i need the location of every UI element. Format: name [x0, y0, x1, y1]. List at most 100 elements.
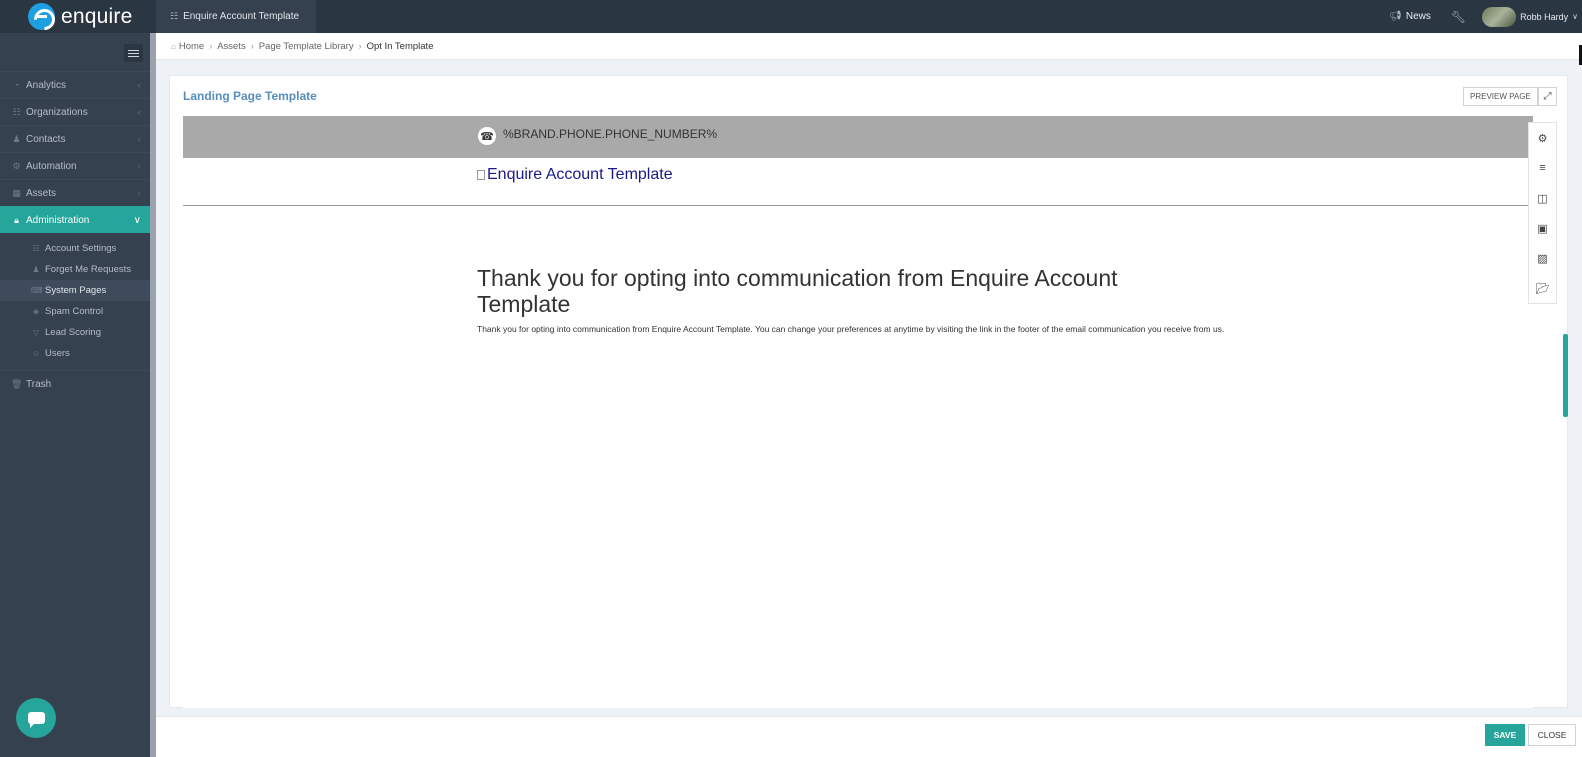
chevron-down-icon: ∨ — [133, 214, 141, 226]
footer-actions: SAVE CLOSE — [156, 716, 1582, 757]
keyboard-icon: ⌨ — [31, 286, 43, 295]
enquire-logo-icon — [28, 3, 55, 30]
avatar — [1482, 6, 1517, 27]
user-icon: ☺ — [31, 349, 41, 358]
sidebar-item-label: Assets — [26, 187, 57, 199]
sidebar-item-label: Organizations — [26, 106, 88, 118]
sidebar-item-analytics[interactable]: ◔ Analytics ‹ — [0, 71, 150, 98]
top-navbar: enquire ☷ Enquire Account Template 📢︎ Ne… — [0, 0, 1582, 33]
home-icon: ⌂ — [171, 41, 176, 51]
breadcrumb-link-page-template-library[interactable]: Page Template Library — [259, 41, 354, 52]
breadcrumb-separator-icon: › — [358, 41, 362, 51]
breadcrumb-current: Opt In Template — [366, 40, 434, 52]
phone-header-band — [183, 116, 1533, 158]
sidebar: ◔ Analytics ‹ ☷ Organizations ‹ ♟ Contac… — [0, 33, 156, 757]
users-icon: ♟ — [12, 133, 21, 144]
chevron-down-icon: ∨ — [1572, 12, 1578, 21]
news-label: News — [1405, 11, 1431, 22]
sidebar-nav: ◔ Analytics ‹ ☷ Organizations ‹ ♟ Contac… — [0, 71, 150, 397]
landing-page-editor: Landing Page Template PREVIEW PAGE ⤢ ☎ %… — [169, 75, 1568, 708]
enquire-logo[interactable]: enquire — [0, 0, 156, 33]
shield-icon: ◈ — [32, 307, 40, 316]
editor-toolstrip: ⚙ ≡ ◫ ▣ ▨ 📂︎ — [1528, 122, 1557, 304]
submenu-item-label: System Pages — [45, 285, 107, 296]
sidebar-item-administration[interactable]: 🔒︎ Administration ∨ — [0, 206, 150, 233]
sidebar-item-label: Analytics — [26, 79, 67, 91]
columns-icon[interactable]: ◫ — [1529, 183, 1556, 213]
thank-you-body: Thank you for opting into communication … — [477, 324, 1225, 334]
breadcrumb-separator-icon: › — [250, 41, 254, 51]
submenu-item-label: Spam Control — [45, 306, 104, 317]
submenu-item-label: Forget Me Requests — [45, 264, 132, 275]
expand-icon[interactable]: ⤢ — [1538, 87, 1557, 106]
top-right-menu: 📢︎ News 🔧︎ Robb Hardy ∨ — [1389, 0, 1582, 33]
phone-icon: ☎ — [478, 127, 496, 145]
submenu-item-users[interactable]: ☺ Users — [0, 343, 150, 364]
sitemap-icon: ☷ — [170, 11, 179, 21]
sidebar-item-label: Trash — [26, 378, 52, 390]
gear-icon[interactable]: ⚙ — [1529, 123, 1556, 153]
submenu-item-label: Account Settings — [45, 243, 117, 254]
chevron-left-icon: ‹ — [137, 133, 141, 145]
sliders-icon[interactable]: ≡ — [1529, 153, 1556, 183]
wrench-icon[interactable]: 🔧︎ — [1451, 10, 1466, 24]
user-menu[interactable]: Robb Hardy ∨ — [1482, 6, 1578, 27]
folder-open-icon[interactable]: 📂︎ — [1529, 273, 1556, 303]
logo-alt-text: Enquire Account Template — [487, 166, 673, 183]
brand-logo-image[interactable]: Enquire Account Template — [477, 166, 673, 184]
sidebar-item-automation[interactable]: ⚙ Automation ‹ — [0, 152, 150, 179]
thank-you-heading: Thank you for opting into communication … — [477, 265, 1118, 317]
chevron-left-icon: ‹ — [137, 160, 141, 172]
breadcrumb-link-assets[interactable]: Assets — [217, 41, 246, 52]
sidebar-item-contacts[interactable]: ♟ Contacts ‹ — [0, 125, 150, 152]
account-name: Enquire Account Template — [183, 11, 300, 22]
cogs-icon: ⚙ — [12, 160, 21, 171]
lock-icon: 🔒︎ — [14, 214, 19, 225]
breadcrumb-link-home[interactable]: Home — [179, 41, 204, 52]
save-button[interactable]: SAVE — [1485, 724, 1525, 746]
breadcrumb-separator-icon: › — [209, 41, 213, 51]
chevron-left-icon: ‹ — [137, 79, 141, 91]
user-name: Robb Hardy — [1520, 11, 1569, 22]
close-button[interactable]: CLOSE — [1528, 724, 1576, 746]
submenu-item-system-pages[interactable]: ⌨ System Pages — [0, 280, 150, 301]
chevron-left-icon: ‹ — [137, 106, 141, 118]
sidebar-item-label: Administration — [26, 214, 90, 226]
sidebar-item-label: Contacts — [26, 133, 66, 145]
account-switcher-tab[interactable]: ☷ Enquire Account Template — [156, 0, 316, 33]
administration-submenu: ☷ Account Settings ♟ Forget Me Requests … — [0, 233, 150, 370]
logo-text: enquire — [61, 4, 133, 28]
submenu-item-account-settings[interactable]: ☷ Account Settings — [0, 238, 150, 259]
scrollbar-thumb[interactable] — [1563, 334, 1568, 417]
header-divider — [183, 205, 1533, 206]
sidebar-item-organizations[interactable]: ☷ Organizations ‹ — [0, 98, 150, 125]
image-icon[interactable]: ▨ — [1529, 243, 1556, 273]
preview-page-button[interactable]: PREVIEW PAGE — [1463, 87, 1538, 106]
sitemap-icon: ☷ — [32, 244, 40, 253]
grid-icon: ▦ — [12, 187, 21, 198]
image-frame-icon[interactable]: ▣ — [1529, 213, 1556, 243]
trash-icon: 🗑︎ — [11, 378, 23, 389]
sidebar-item-label: Automation — [26, 160, 77, 172]
page-preview-canvas[interactable]: ☎ %BRAND.PHONE.PHONE_NUMBER% Enquire Acc… — [183, 116, 1533, 708]
dashboard-icon: ◔ — [13, 80, 20, 90]
news-link[interactable]: 📢︎ News — [1389, 11, 1431, 22]
chat-icon — [27, 712, 45, 728]
submenu-item-label: Lead Scoring — [45, 327, 101, 338]
chat-launcher-button[interactable] — [16, 698, 56, 738]
sidebar-item-assets[interactable]: ▦ Assets ‹ — [0, 179, 150, 206]
sidebar-toggle-icon[interactable] — [124, 44, 143, 62]
sitemap-icon: ☷ — [12, 106, 21, 117]
breadcrumb: ⌂ Home › Assets › Page Template Library … — [156, 33, 1582, 60]
submenu-item-lead-scoring[interactable]: ▽ Lead Scoring — [0, 322, 150, 343]
page-title: Landing Page Template — [183, 89, 317, 103]
sidebar-item-trash[interactable]: 🗑︎ Trash — [0, 370, 150, 397]
submenu-item-spam-control[interactable]: ◈ Spam Control — [0, 301, 150, 322]
submenu-item-forget-me-requests[interactable]: ♟ Forget Me Requests — [0, 259, 150, 280]
user-minus-icon: ♟ — [32, 265, 40, 274]
broken-image-icon — [477, 170, 485, 180]
filter-icon: ▽ — [32, 328, 40, 337]
submenu-item-label: Users — [45, 348, 70, 359]
chevron-left-icon: ‹ — [137, 187, 141, 199]
megaphone-icon: 📢︎ — [1389, 11, 1402, 22]
